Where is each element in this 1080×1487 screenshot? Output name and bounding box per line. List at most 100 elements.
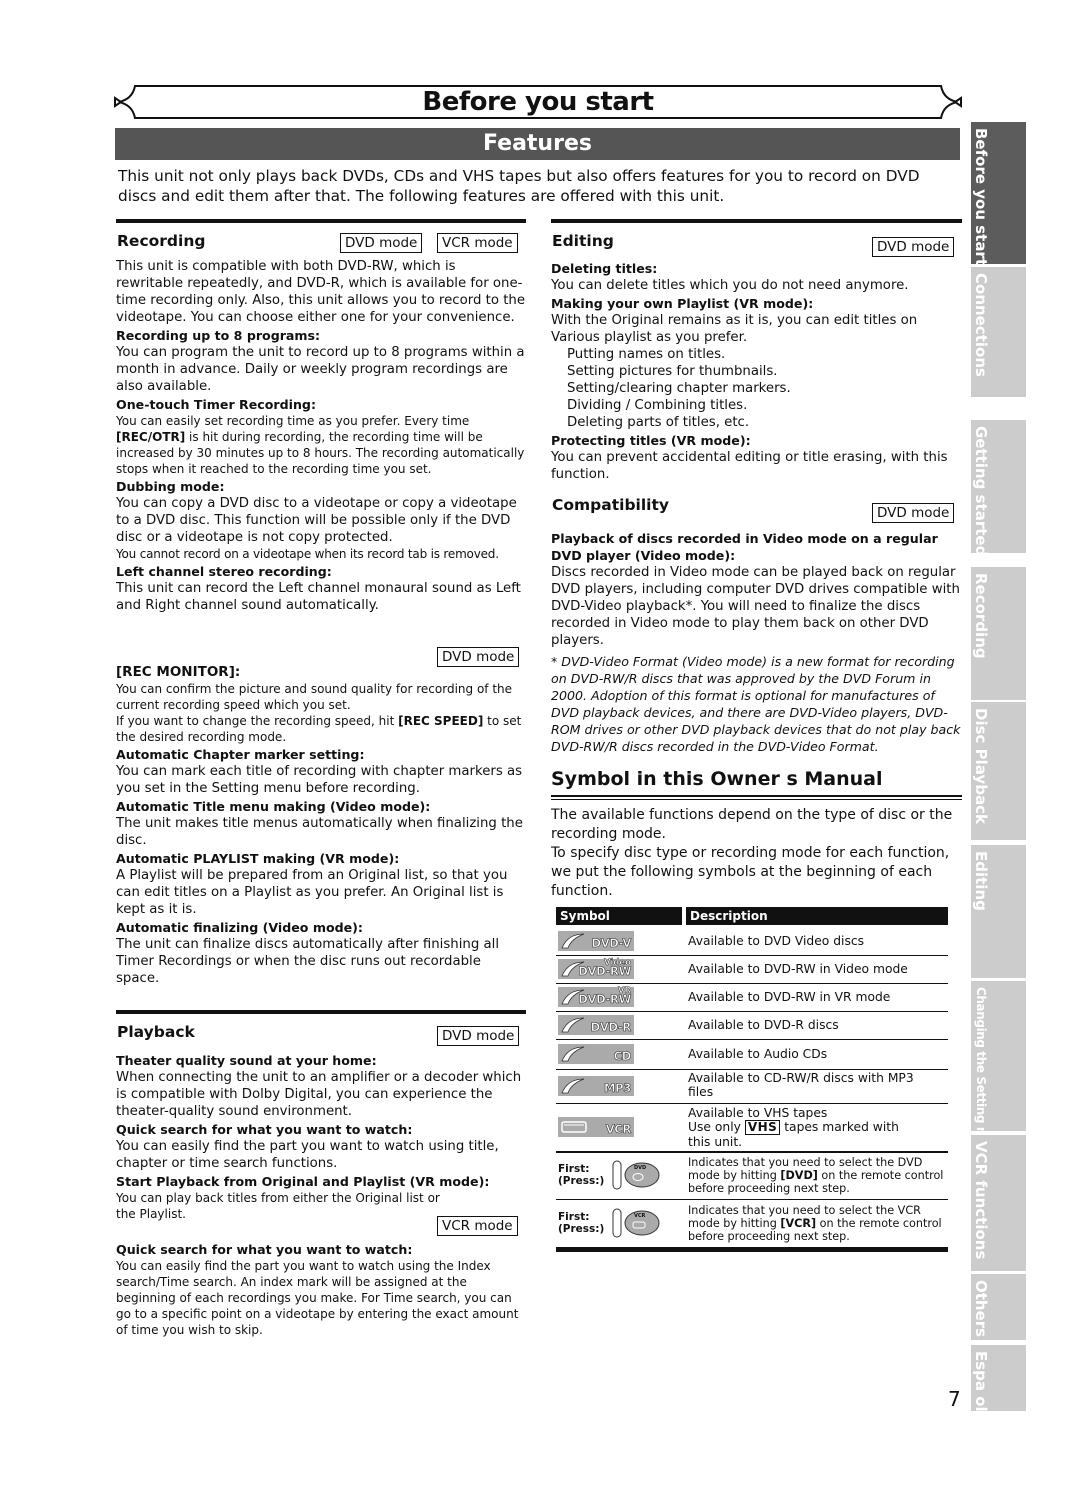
table-row: First: (Press:) DVD Indicates that you ne…: [556, 1153, 948, 1200]
disc-swoosh-icon: [561, 1017, 585, 1033]
feature-text: You can easily find the part you want to…: [116, 1259, 519, 1337]
first-label: First:: [558, 1163, 590, 1175]
page-number: 7: [948, 1387, 961, 1411]
chapter-tab-label: Disc Playback: [972, 708, 990, 824]
section-title-bar: Features: [115, 128, 960, 160]
feature-text: You can confirm the picture and sound qu…: [116, 682, 513, 712]
svg-text:DVD: DVD: [634, 1165, 646, 1171]
chapter-tab[interactable]: Recording: [971, 567, 1026, 700]
vcr-mode-tag: VCR mode: [437, 1216, 518, 1236]
table-row: Video DVD-RW Available to DVD-RW in Video …: [556, 955, 948, 984]
chapter-tab-label: Before you start: [972, 128, 990, 267]
heading-underline: [551, 795, 962, 797]
chapter-tab[interactable]: Editing: [971, 845, 1026, 978]
table-row: MP3 Available to CD-RW/R discs with MP3 f…: [556, 1069, 948, 1104]
table-row: DVD-V Available to DVD Video discs: [556, 927, 948, 956]
feature-text: Discs recorded in Video mode can be play…: [551, 565, 960, 648]
feature-title: Protecting titles (VR mode):: [551, 433, 751, 448]
feature-title: Quick search for what you want to watch:: [116, 1242, 413, 1257]
feature-title: Deleting titles:: [551, 261, 658, 276]
section-rule: [116, 1010, 526, 1014]
row-description: Indicates that you need to select the VC…: [688, 1204, 948, 1243]
row-description: Available to DVD-R discs: [688, 1018, 839, 1032]
playback-heading: Playback: [117, 1023, 195, 1041]
feature-title: Dubbing mode:: [116, 479, 225, 494]
footnote: * DVD-Video Format (Video mode) is a new…: [551, 654, 961, 754]
table-row: VR DVD-RW Available to DVD-RW in VR mode: [556, 983, 948, 1012]
intro-text: The available functions depend on the ty…: [551, 807, 953, 842]
disc-type-icon: VR DVD-RW: [558, 986, 634, 1007]
chapter-tab-label: Getting started: [972, 426, 990, 557]
chapter-tab[interactable]: Before you start: [971, 122, 1026, 267]
compatibility-heading: Compatibility: [552, 496, 669, 514]
dvd-button-icon: DVD: [612, 1160, 660, 1190]
text-segment: You can easily set recording time as you…: [116, 414, 470, 428]
chapter-tab[interactable]: Getting started: [971, 420, 1026, 557]
feature-title: Recording up to 8 programs:: [116, 328, 321, 343]
chapter-tab-label: Connections: [972, 273, 990, 377]
icon-label: VCR: [605, 1122, 631, 1137]
compatibility-content: Playback of discs recorded in Video mode…: [551, 529, 961, 755]
feature-title: [REC MONITOR]:: [116, 664, 241, 680]
chapter-tab[interactable]: Changing the Setting menu: [971, 981, 1026, 1163]
disc-type-icon: Video DVD-RW: [558, 958, 634, 979]
feature-title: Automatic finalizing (Video mode):: [116, 920, 363, 935]
chapter-tab[interactable]: Others: [971, 1274, 1026, 1340]
chapter-tab-label: Recording: [972, 573, 990, 659]
key-label: [REC/OTR]: [116, 430, 186, 444]
section-rule: [551, 219, 962, 223]
section-rule: [116, 219, 526, 223]
disc-type-icon: CD: [558, 1044, 634, 1064]
desc-line: Available to VHS tapes: [688, 1106, 828, 1120]
dvd-mode-tag: DVD mode: [340, 233, 423, 253]
feature-text: You can easily set recording time as you…: [116, 413, 526, 477]
icon-label: DVD-RW: [578, 992, 632, 1007]
table-row: DVD-R Available to DVD-R discs: [556, 1011, 948, 1040]
feature-title: Start Playback from Original and Playlis…: [116, 1174, 490, 1189]
chapter-tab[interactable]: Disc Playback: [971, 702, 1026, 840]
disc-swoosh-icon: [561, 933, 585, 949]
feature-text: With the Original remains as it is, you …: [551, 313, 918, 345]
feature-text: You can play back titles from either the…: [116, 1191, 440, 1221]
feature-text: You can mark each title of recording wit…: [116, 764, 523, 796]
press-label: (Press:): [558, 1223, 605, 1235]
icon-label: DVD-R: [590, 1020, 631, 1035]
feature-note: You cannot record on a videotape when it…: [116, 547, 499, 561]
disc-type-icon: MP3: [558, 1076, 634, 1096]
recording-heading: Recording: [117, 232, 206, 250]
playback-content: Theater quality sound at your home: When…: [116, 1051, 526, 1222]
feature-text: You can easily find the part you want to…: [116, 1139, 499, 1171]
disc-type-icon: DVD-V: [558, 931, 634, 951]
desc-line: Use only VHS tapes marked with: [688, 1120, 899, 1135]
list-item: Setting/clearing chapter markers.: [567, 381, 791, 396]
chapter-tab[interactable]: VCR functions: [971, 1135, 1026, 1271]
chapter-tab[interactable]: Espa ol: [971, 1345, 1026, 1412]
feature-title: Making your own Playlist (VR mode):: [551, 296, 814, 311]
icon-label: DVD-V: [591, 936, 631, 951]
first-press-label: First: (Press:): [558, 1211, 604, 1235]
symbols-heading: Symbol in this Owner s Manual: [551, 768, 883, 790]
list-item: Deleting parts of titles, etc.: [567, 415, 750, 430]
key-label: [VCR]: [780, 1217, 817, 1230]
chapter-tab[interactable]: Connections: [971, 267, 1026, 397]
row-description: Indicates that you need to select the DV…: [688, 1156, 948, 1195]
disc-swoosh-icon: [561, 1078, 585, 1094]
editing-content: Deleting titles: You can delete titles w…: [551, 259, 961, 483]
feature-text: You can program the unit to record up to…: [116, 345, 525, 394]
vhs-logo: VHS: [744, 1120, 781, 1135]
icon-label: CD: [613, 1049, 631, 1064]
list-item: Setting pictures for thumbnails.: [567, 364, 778, 379]
feature-text: The unit can finalize discs automaticall…: [116, 937, 500, 986]
feature-text: When connecting the unit to an amplifier…: [116, 1070, 522, 1119]
feature-title: Quick search for what you want to watch:: [116, 1122, 413, 1137]
first-label: First:: [558, 1211, 590, 1223]
feature-text: You can delete titles which you do not n…: [551, 278, 909, 293]
icon-label: MP3: [604, 1081, 632, 1096]
feature-text: The unit makes title menus automatically…: [116, 816, 523, 848]
list-item: Putting names on titles.: [567, 347, 726, 362]
feature-text: If you want to change the recording spee…: [116, 713, 526, 745]
row-description: Available to VHS tapes Use only VHS tape…: [688, 1106, 899, 1149]
row-description: Available to DVD-RW in VR mode: [688, 990, 891, 1004]
row-description: Available to CD-RW/R discs with MP3 file…: [688, 1071, 914, 1099]
table-row: VCR Available to VHS tapes Use only VHS …: [556, 1103, 948, 1153]
